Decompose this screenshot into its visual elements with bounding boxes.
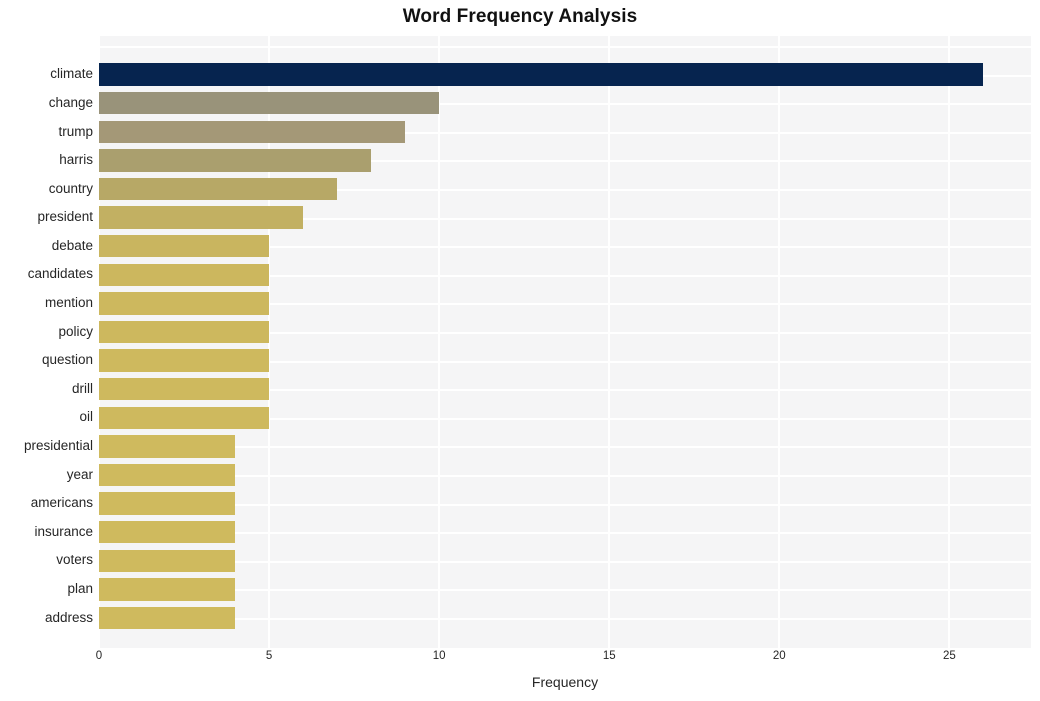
x-tick-label: 0 xyxy=(95,650,103,662)
plot-area xyxy=(99,36,1031,648)
bar-row[interactable] xyxy=(99,318,1031,347)
y-tick-label: climate xyxy=(50,66,93,82)
bar-row[interactable] xyxy=(99,175,1031,204)
bar-row[interactable] xyxy=(99,432,1031,461)
bar-row[interactable] xyxy=(99,203,1031,232)
y-tick-label: country xyxy=(48,180,93,196)
bar-row[interactable] xyxy=(99,260,1031,289)
bar[interactable] xyxy=(99,463,236,487)
bar-row[interactable] xyxy=(99,575,1031,604)
y-tick-label: address xyxy=(44,609,93,625)
bar[interactable] xyxy=(99,435,236,458)
x-tick-label: 20 xyxy=(772,650,786,662)
bar-row[interactable] xyxy=(99,546,1031,575)
bar[interactable] xyxy=(99,606,236,630)
y-tick-label: voters xyxy=(56,552,93,568)
bar[interactable] xyxy=(99,320,270,344)
y-tick-label: americans xyxy=(30,495,93,511)
x-tick-label: 25 xyxy=(942,650,956,662)
bar[interactable] xyxy=(99,177,338,201)
y-tick-label: harris xyxy=(59,152,93,168)
bar[interactable] xyxy=(99,349,270,372)
bar-row[interactable] xyxy=(99,518,1031,547)
y-tick-label: year xyxy=(66,466,93,482)
bar-row[interactable] xyxy=(99,89,1031,118)
bar-row[interactable] xyxy=(99,118,1031,147)
bar[interactable] xyxy=(99,149,372,172)
bar-row[interactable] xyxy=(99,346,1031,375)
x-tick-label: 15 xyxy=(602,650,616,662)
x-tick-label: 10 xyxy=(432,650,446,662)
bars-layer xyxy=(99,36,1031,648)
y-tick-label: debate xyxy=(51,237,93,253)
bar-row[interactable] xyxy=(99,60,1031,89)
bar-row[interactable] xyxy=(99,489,1031,518)
bar-row[interactable] xyxy=(99,289,1031,318)
y-tick-label: drill xyxy=(71,380,93,396)
bar[interactable] xyxy=(99,406,270,429)
word-frequency-chart: Word Frequency Analysis climate change tru… xyxy=(0,0,1040,701)
bar[interactable] xyxy=(99,292,270,315)
y-tick-label: president xyxy=(37,209,93,225)
y-tick-label: question xyxy=(41,352,93,368)
chart-title: Word Frequency Analysis xyxy=(402,6,638,27)
bar[interactable] xyxy=(99,92,440,115)
y-tick-label: plan xyxy=(67,581,93,597)
bar[interactable] xyxy=(99,206,304,229)
bar[interactable] xyxy=(99,521,236,544)
x-tick-label: 5 xyxy=(265,650,273,662)
bar-row[interactable] xyxy=(99,375,1031,404)
y-tick-label: trump xyxy=(58,123,93,139)
bar[interactable] xyxy=(99,63,984,86)
bar-row[interactable] xyxy=(99,232,1031,261)
bar[interactable] xyxy=(99,549,236,572)
bar[interactable] xyxy=(99,378,270,401)
bar[interactable] xyxy=(99,235,270,258)
x-axis-ticks: 0 5 10 15 20 25 xyxy=(0,650,1040,672)
y-tick-label: policy xyxy=(58,323,93,339)
y-tick-label: mention xyxy=(44,295,93,311)
bar[interactable] xyxy=(99,578,236,601)
y-tick-label: candidates xyxy=(27,266,93,282)
bar[interactable] xyxy=(99,120,406,143)
y-tick-label: change xyxy=(48,94,93,110)
bar-row[interactable] xyxy=(99,604,1031,633)
y-tick-label: insurance xyxy=(34,523,93,539)
bar-row[interactable] xyxy=(99,403,1031,432)
bar[interactable] xyxy=(99,263,270,286)
bar-row[interactable] xyxy=(99,146,1031,175)
y-tick-label: oil xyxy=(79,409,93,425)
y-axis-labels: climate change trump harris country president… xyxy=(0,36,93,648)
bar[interactable] xyxy=(99,492,236,515)
bar-row[interactable] xyxy=(99,461,1031,490)
y-tick-label: presidential xyxy=(23,438,93,454)
x-axis-title: Frequency xyxy=(531,674,599,690)
